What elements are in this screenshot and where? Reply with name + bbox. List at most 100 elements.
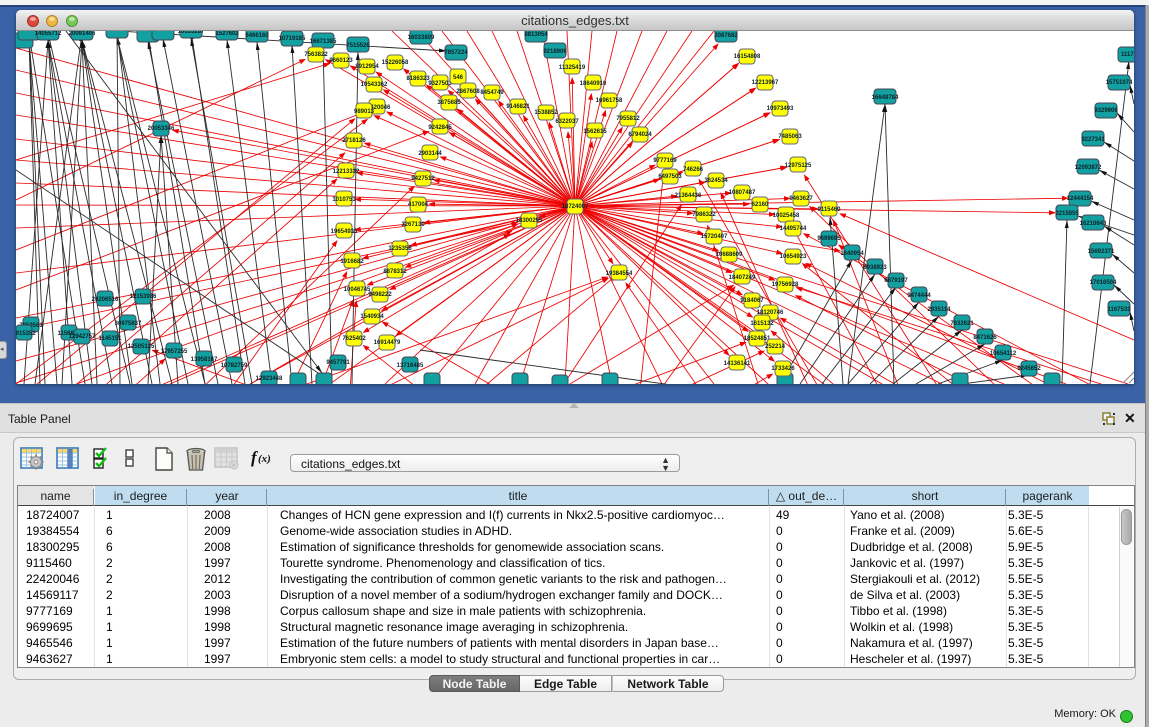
svg-text:2867608: 2867608 bbox=[456, 89, 480, 95]
svg-text:12444154: 12444154 bbox=[1067, 196, 1094, 202]
svg-text:746266: 746266 bbox=[683, 167, 704, 173]
svg-text:12213967: 12213967 bbox=[752, 80, 779, 86]
svg-text:3624534: 3624534 bbox=[704, 178, 728, 184]
svg-text:2903144: 2903144 bbox=[418, 151, 442, 157]
svg-text:10973493: 10973493 bbox=[767, 106, 794, 112]
svg-text:9329906: 9329906 bbox=[1094, 108, 1118, 114]
svg-text:12093872: 12093872 bbox=[1075, 165, 1102, 171]
svg-text:2087682: 2087682 bbox=[714, 33, 738, 39]
svg-text:16961758: 16961758 bbox=[596, 98, 623, 104]
svg-text:3875685: 3875685 bbox=[437, 100, 461, 106]
svg-text:14055712: 14055712 bbox=[35, 31, 62, 37]
svg-text:10807487: 10807487 bbox=[729, 190, 756, 196]
svg-text:9115460: 9115460 bbox=[817, 207, 841, 213]
svg-text:17957255: 17957255 bbox=[161, 349, 188, 355]
svg-text:20053346: 20053346 bbox=[148, 126, 175, 132]
svg-text:9327503: 9327503 bbox=[428, 81, 452, 87]
svg-text:9245652: 9245652 bbox=[1017, 366, 1041, 372]
svg-text:18640910: 18640910 bbox=[580, 81, 607, 87]
svg-text:17016504: 17016504 bbox=[1090, 280, 1117, 286]
svg-text:9777169: 9777169 bbox=[653, 158, 677, 164]
svg-text:10688609: 10688609 bbox=[716, 252, 743, 258]
svg-text:16154808: 16154808 bbox=[734, 54, 761, 60]
svg-text:8813054: 8813054 bbox=[524, 32, 548, 38]
svg-text:7625402: 7625402 bbox=[342, 336, 366, 342]
svg-text:7563822: 7563822 bbox=[304, 52, 328, 58]
svg-text:18300295: 18300295 bbox=[516, 218, 543, 224]
svg-text:8938923: 8938923 bbox=[863, 265, 887, 271]
svg-text:3267130: 3267130 bbox=[401, 222, 425, 228]
svg-text:30975837: 30975837 bbox=[115, 321, 142, 327]
svg-text:10719185: 10719185 bbox=[279, 36, 306, 42]
svg-text:6322037: 6322037 bbox=[555, 119, 579, 125]
svg-text:7632621: 7632621 bbox=[950, 321, 974, 327]
svg-text:15692371: 15692371 bbox=[1088, 249, 1115, 255]
svg-text:8878312: 8878312 bbox=[383, 269, 407, 275]
svg-text:14495744: 14495744 bbox=[780, 226, 807, 232]
svg-text:6466160: 6466160 bbox=[245, 33, 269, 39]
svg-text:9227341: 9227341 bbox=[1081, 137, 1105, 143]
svg-text:8912954: 8912954 bbox=[355, 64, 379, 70]
svg-text:10543362: 10543362 bbox=[361, 82, 388, 88]
svg-text:19384554: 19384554 bbox=[606, 271, 633, 277]
svg-text:989013: 989013 bbox=[354, 109, 375, 115]
svg-text:3915352: 3915352 bbox=[16, 331, 36, 337]
svg-text:7515526: 7515526 bbox=[346, 43, 370, 49]
svg-text:10654112: 10654112 bbox=[990, 351, 1017, 357]
svg-text:15751074: 15751074 bbox=[1106, 80, 1133, 86]
svg-text:6794024: 6794024 bbox=[628, 132, 652, 138]
svg-text:18724007: 18724007 bbox=[562, 204, 589, 210]
svg-text:16033809: 16033809 bbox=[408, 35, 435, 41]
svg-text:9457791: 9457791 bbox=[326, 360, 350, 366]
svg-text:9242845: 9242845 bbox=[428, 125, 452, 131]
svg-text:12153936: 12153936 bbox=[130, 294, 157, 300]
svg-text:12213332: 12213332 bbox=[333, 169, 360, 175]
svg-text:19756928: 19756928 bbox=[772, 282, 799, 288]
svg-text:18407249: 18407249 bbox=[729, 275, 756, 281]
svg-text:3215955: 3215955 bbox=[1055, 211, 1079, 217]
svg-text:19654935: 19654935 bbox=[331, 229, 358, 235]
svg-text:14136141: 14136141 bbox=[724, 361, 751, 367]
svg-text:7955812: 7955812 bbox=[616, 116, 640, 122]
svg-text:13958167: 13958167 bbox=[191, 357, 218, 363]
svg-text:15720407: 15720407 bbox=[701, 234, 728, 240]
svg-text:9463627: 9463627 bbox=[789, 196, 813, 202]
svg-text:1527602: 1527602 bbox=[215, 31, 239, 37]
svg-text:9699695: 9699695 bbox=[817, 236, 841, 242]
svg-text:1538852: 1538852 bbox=[534, 110, 558, 116]
svg-text:9660123: 9660123 bbox=[329, 58, 353, 64]
svg-text:15226058: 15226058 bbox=[382, 60, 409, 66]
svg-text:8471626: 8471626 bbox=[973, 335, 997, 341]
svg-text:1010753: 1010753 bbox=[332, 197, 356, 203]
svg-text:13716485: 13716485 bbox=[397, 363, 424, 369]
svg-text:9184067: 9184067 bbox=[740, 298, 764, 304]
svg-text:9498222: 9498222 bbox=[368, 292, 392, 298]
svg-text:21364436: 21364436 bbox=[675, 193, 702, 199]
svg-text:12505135: 12505135 bbox=[128, 344, 155, 350]
svg-text:12923448: 12923448 bbox=[256, 376, 283, 382]
svg-text:1615132: 1615132 bbox=[750, 321, 774, 327]
svg-text:7485063: 7485063 bbox=[778, 134, 802, 140]
svg-text:10046745: 10046745 bbox=[344, 287, 371, 293]
svg-text:1640954: 1640954 bbox=[840, 251, 864, 257]
svg-text:546: 546 bbox=[453, 75, 464, 81]
svg-text:11325419: 11325419 bbox=[559, 65, 586, 71]
svg-text:2935114: 2935114 bbox=[927, 307, 951, 313]
svg-text:12975125: 12975125 bbox=[785, 163, 812, 169]
svg-text:7986322: 7986322 bbox=[692, 212, 716, 218]
svg-text:12942757: 12942757 bbox=[69, 334, 96, 340]
svg-text:8186323: 8186323 bbox=[406, 76, 430, 82]
svg-text:8454749: 8454749 bbox=[480, 90, 504, 96]
svg-text:16210643: 16210643 bbox=[1080, 221, 1107, 227]
svg-text:1235356: 1235356 bbox=[388, 246, 412, 252]
svg-text:1916682: 1916682 bbox=[340, 259, 364, 265]
svg-text:6497503: 6497503 bbox=[658, 174, 682, 180]
svg-text:(x): (x) bbox=[258, 453, 271, 465]
svg-text:16671385: 16671385 bbox=[310, 39, 337, 45]
svg-text:1540934: 1540934 bbox=[360, 314, 384, 320]
svg-text:6879197: 6879197 bbox=[884, 278, 908, 284]
svg-text:9146821: 9146821 bbox=[506, 104, 530, 110]
svg-text:2718126: 2718126 bbox=[342, 138, 366, 144]
svg-text:10782759: 10782759 bbox=[221, 363, 248, 369]
svg-text:10025458: 10025458 bbox=[773, 213, 800, 219]
